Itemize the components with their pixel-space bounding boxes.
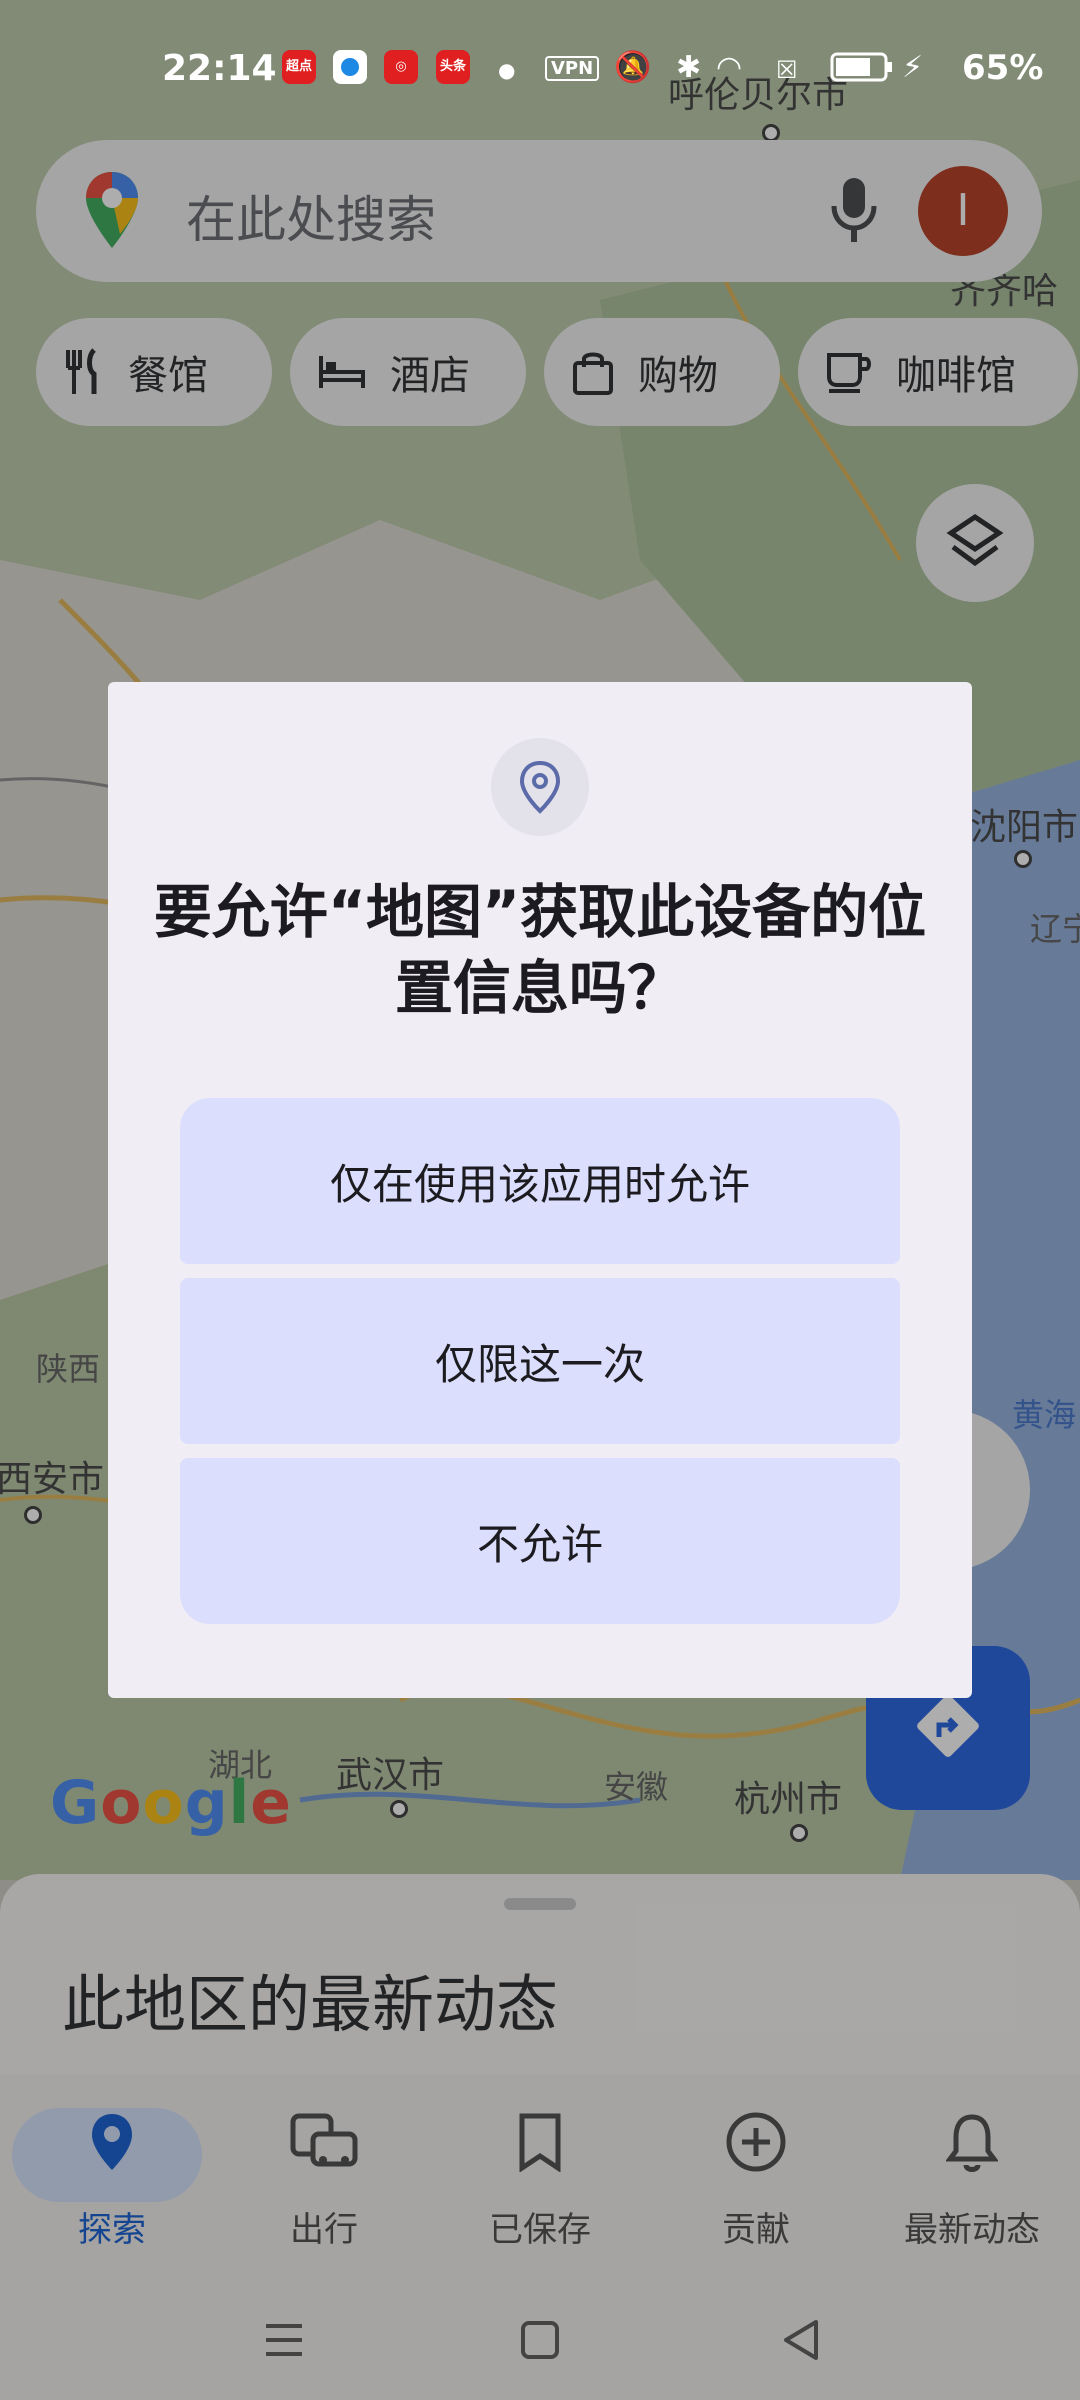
netease-music-icon: ◎: [384, 50, 418, 84]
status-bar: 22:14 超点 ◎ 头条 ● VPN 🔕 ✱ ◠ ☒ ⚡ 65%: [0, 40, 1080, 104]
mute-icon: 🔕: [614, 50, 652, 85]
wifi-icon: ◠: [716, 50, 743, 85]
app-notification-icon: [333, 50, 367, 84]
battery-icon: [830, 50, 894, 92]
app-notification-icon: 头条: [436, 50, 470, 84]
no-sim-icon: ☒: [776, 56, 798, 84]
charging-icon: ⚡: [902, 50, 924, 85]
battery-percent: 65%: [962, 48, 1044, 88]
vpn-badge: VPN: [545, 56, 600, 81]
bluetooth-icon: ✱: [676, 50, 702, 85]
dialog-question: 要允许“地图”获取此设备的位置信息吗？: [153, 878, 927, 1022]
dot-icon: ●: [498, 58, 516, 82]
status-time: 22:14: [162, 48, 277, 89]
allow-once-button[interactable]: 仅限这一次: [180, 1278, 900, 1444]
deny-button[interactable]: 不允许: [180, 1458, 900, 1624]
allow-while-using-button[interactable]: 仅在使用该应用时允许: [180, 1098, 900, 1264]
location-permission-dialog: 要允许“地图”获取此设备的位置信息吗？ 仅在使用该应用时允许 仅限这一次 不允许: [108, 682, 972, 1698]
app-notification-icon: 超点: [282, 50, 316, 84]
location-pin-icon: [491, 738, 589, 836]
